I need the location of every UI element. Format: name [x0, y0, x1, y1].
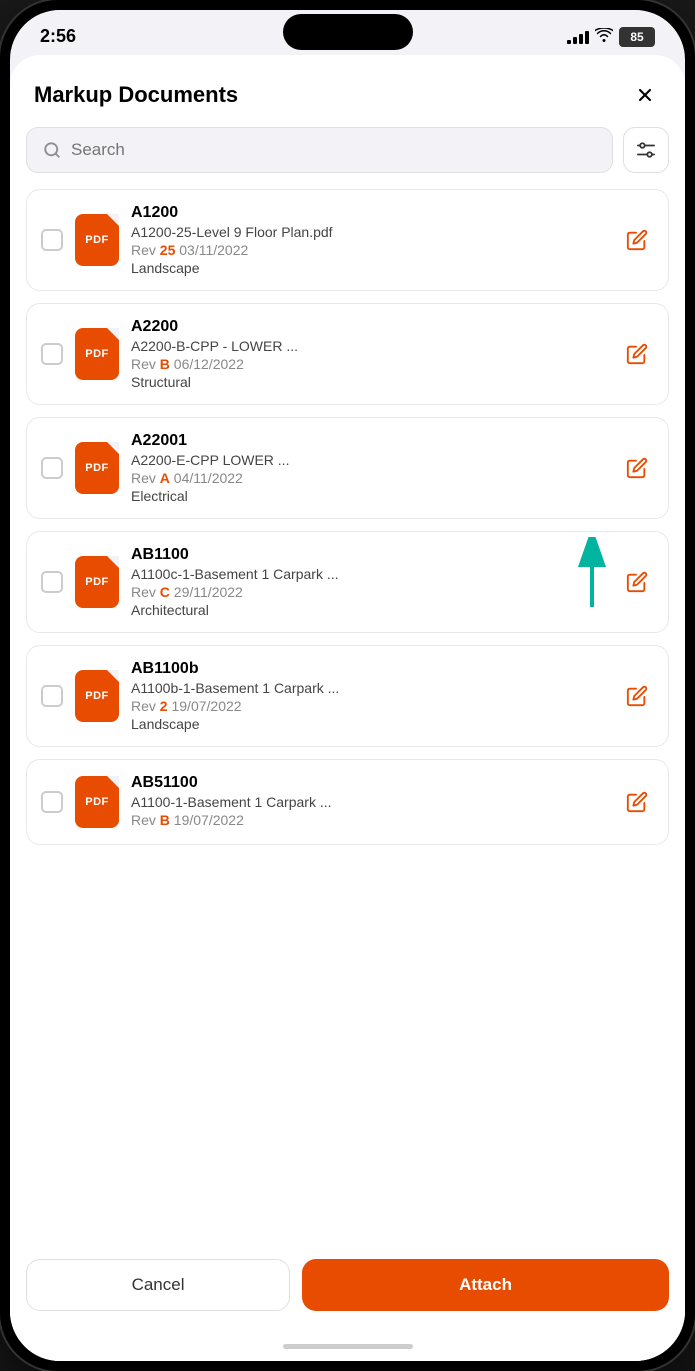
doc-filename-2: A2200-B-CPP - LOWER ...	[131, 338, 608, 354]
bottom-actions: Cancel Attach	[10, 1247, 685, 1331]
document-card-6: PDF AB51100 A1100-1-Basement 1 Carpark .…	[26, 759, 669, 845]
checkbox-2[interactable]	[41, 343, 63, 365]
doc-code-1: A1200	[131, 204, 608, 222]
checkbox-4[interactable]	[41, 571, 63, 593]
edit-button-4[interactable]	[620, 565, 654, 599]
home-indicator	[10, 1331, 685, 1361]
battery-indicator: 85	[619, 27, 655, 47]
document-card-3: PDF A22001 A2200-E-CPP LOWER ... Rev A 0…	[26, 417, 669, 519]
doc-rev-4: Rev C 29/11/2022	[131, 584, 608, 600]
edit-button-3[interactable]	[620, 451, 654, 485]
checkbox-1[interactable]	[41, 229, 63, 251]
wifi-icon	[595, 28, 613, 45]
modal-content: Markup Documents	[10, 55, 685, 1361]
pdf-icon-6: PDF	[75, 776, 119, 828]
doc-code-6: AB51100	[131, 774, 608, 792]
search-icon	[43, 141, 61, 159]
doc-info-6: AB51100 A1100-1-Basement 1 Carpark ... R…	[131, 774, 608, 830]
checkbox-5[interactable]	[41, 685, 63, 707]
pdf-icon-3: PDF	[75, 442, 119, 494]
doc-info-2: A2200 A2200-B-CPP - LOWER ... Rev B 06/1…	[131, 318, 608, 390]
doc-filename-6: A1100-1-Basement 1 Carpark ...	[131, 794, 608, 810]
checkbox-3[interactable]	[41, 457, 63, 479]
doc-category-5: Landscape	[131, 716, 608, 732]
document-card-2: PDF A2200 A2200-B-CPP - LOWER ... Rev B …	[26, 303, 669, 405]
pdf-icon-5: PDF	[75, 670, 119, 722]
pdf-icon-4: PDF	[75, 556, 119, 608]
pdf-icon-1: PDF	[75, 214, 119, 266]
search-input[interactable]	[71, 140, 596, 160]
status-time: 2:56	[40, 26, 76, 47]
doc-rev-6: Rev B 19/07/2022	[131, 812, 608, 828]
doc-filename-4: A1100c-1-Basement 1 Carpark ...	[131, 566, 608, 582]
doc-filename-1: A1200-25-Level 9 Floor Plan.pdf	[131, 224, 608, 240]
doc-rev-5: Rev 2 19/07/2022	[131, 698, 608, 714]
doc-code-3: A22001	[131, 432, 608, 450]
modal-header: Markup Documents	[10, 55, 685, 127]
filter-icon	[635, 141, 657, 159]
doc-code-4: AB1100	[131, 546, 608, 564]
doc-code-2: A2200	[131, 318, 608, 336]
phone-screen: 2:56 85	[10, 10, 685, 1361]
signal-icon	[567, 30, 589, 44]
edit-button-2[interactable]	[620, 337, 654, 371]
phone-frame: 2:56 85	[0, 0, 695, 1371]
filter-button[interactable]	[623, 127, 669, 173]
home-bar	[283, 1344, 413, 1349]
search-input-wrapper[interactable]	[26, 127, 613, 173]
doc-category-4: Architectural	[131, 602, 608, 618]
doc-info-3: A22001 A2200-E-CPP LOWER ... Rev A 04/11…	[131, 432, 608, 504]
doc-rev-1: Rev 25 03/11/2022	[131, 242, 608, 258]
doc-category-1: Landscape	[131, 260, 608, 276]
search-container	[10, 127, 685, 189]
doc-rev-3: Rev A 04/11/2022	[131, 470, 608, 486]
close-button[interactable]	[629, 79, 661, 111]
doc-info-4: AB1100 A1100c-1-Basement 1 Carpark ... R…	[131, 546, 608, 618]
cancel-button[interactable]: Cancel	[26, 1259, 290, 1311]
doc-info-5: AB1100b A1100b-1-Basement 1 Carpark ... …	[131, 660, 608, 732]
dynamic-island	[283, 14, 413, 50]
attach-button[interactable]: Attach	[302, 1259, 669, 1311]
doc-category-3: Electrical	[131, 488, 608, 504]
doc-filename-3: A2200-E-CPP LOWER ...	[131, 452, 608, 468]
document-card-4: PDF AB1100 A1100c-1-Basement 1 Carpark .…	[26, 531, 669, 633]
doc-rev-2: Rev B 06/12/2022	[131, 356, 608, 372]
doc-filename-5: A1100b-1-Basement 1 Carpark ...	[131, 680, 608, 696]
edit-button-6[interactable]	[620, 785, 654, 819]
pdf-icon-2: PDF	[75, 328, 119, 380]
document-list: PDF A1200 A1200-25-Level 9 Floor Plan.pd…	[10, 189, 685, 1247]
edit-button-1[interactable]	[620, 223, 654, 257]
doc-info-1: A1200 A1200-25-Level 9 Floor Plan.pdf Re…	[131, 204, 608, 276]
document-card-1: PDF A1200 A1200-25-Level 9 Floor Plan.pd…	[26, 189, 669, 291]
doc-category-2: Structural	[131, 374, 608, 390]
edit-button-5[interactable]	[620, 679, 654, 713]
document-card-5: PDF AB1100b A1100b-1-Basement 1 Carpark …	[26, 645, 669, 747]
status-icons: 85	[567, 27, 655, 47]
modal-title: Markup Documents	[34, 82, 238, 108]
checkbox-6[interactable]	[41, 791, 63, 813]
doc-code-5: AB1100b	[131, 660, 608, 678]
